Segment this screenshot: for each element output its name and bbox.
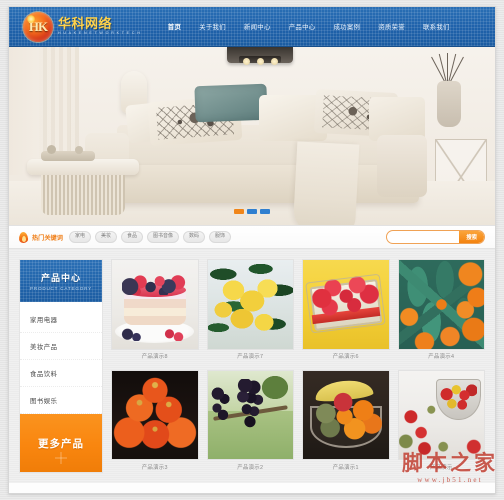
product-caption: 产品演示7	[237, 354, 264, 360]
banner-throw-blanket	[292, 141, 360, 225]
product-image	[397, 259, 485, 350]
keyword-tag[interactable]: 家电	[68, 231, 91, 243]
slider-dot-1[interactable]	[234, 209, 244, 214]
site-header: HK 华科网络 H U A K E N E T W O R K T E C H …	[9, 7, 495, 47]
product-card[interactable]: 产品演示2	[206, 369, 294, 474]
product-image	[397, 369, 485, 460]
nav-item-about[interactable]: 关于我们	[190, 7, 235, 46]
logo-badge-icon: HK	[23, 11, 53, 42]
banner-sofa-seat	[107, 165, 419, 203]
nav-item-news[interactable]: 新闻中心	[235, 7, 280, 46]
product-card[interactable]: 产品演示4	[397, 259, 485, 363]
banner-pendant-light	[227, 47, 293, 65]
banner-slider-dots[interactable]	[234, 209, 270, 214]
coffee-table-slats	[41, 175, 125, 215]
keyword-tag[interactable]: 图书音像	[146, 231, 179, 243]
sidebar-item-books-entertainment[interactable]: 图书娱乐	[20, 387, 102, 415]
hot-keywords-label: 热门关键词	[32, 234, 63, 242]
search-input[interactable]	[387, 231, 460, 243]
sidebar-header: 产品中心 PRODUCT CATEGORY	[20, 260, 102, 303]
photo-kumquats	[398, 260, 484, 349]
hero-banner[interactable]	[9, 47, 495, 225]
product-image	[302, 259, 390, 350]
logo-spark-icon	[27, 14, 35, 23]
product-image	[111, 259, 199, 350]
product-caption: 产品演示8	[141, 354, 168, 360]
banner-pillow-teal	[194, 83, 268, 123]
keyword-tag[interactable]: 数码	[183, 231, 206, 243]
site-frame: HK 华科网络 H U A K E N E T W O R K T E C H …	[8, 6, 496, 494]
product-caption: 产品演示4	[428, 354, 455, 360]
sidebar-item-food-beverage[interactable]: 食品饮料	[20, 360, 102, 388]
photo-raspberry-basket	[303, 260, 389, 349]
photo-orange-pile	[112, 370, 198, 459]
product-category-sidebar: 产品中心 PRODUCT CATEGORY 家用电器 美妆产品 食品饮料 图书娱…	[19, 259, 103, 473]
sidebar-item-beauty-products[interactable]: 美妆产品	[20, 333, 102, 361]
product-image	[111, 369, 199, 460]
nav-item-honors[interactable]: 资质荣誉	[369, 7, 414, 46]
sidebar-title-en: PRODUCT CATEGORY	[29, 286, 93, 292]
logo-title-en: H U A K E N E T W O R K T E C H	[58, 31, 141, 36]
banner-coffee-table	[27, 159, 139, 217]
search-button[interactable]: 搜索	[459, 231, 484, 243]
product-image	[206, 369, 294, 460]
banner-tray-decor	[41, 145, 95, 161]
keyword-tag[interactable]: 食品	[120, 231, 143, 243]
nav-item-home[interactable]: 首页	[159, 7, 190, 46]
pendant-bulb	[257, 58, 264, 65]
keyword-search-bar: 热门关键词 家电 美妆 食品 图书音像 数码 服饰 搜索	[9, 225, 495, 249]
product-card[interactable]: 产品演示	[397, 369, 485, 474]
product-card[interactable]: 产品演示8	[111, 259, 199, 363]
hero-banner-image	[9, 47, 495, 225]
product-caption: 产品演示3	[141, 464, 168, 471]
nav-item-contact[interactable]: 联系我们	[414, 7, 459, 46]
nav-item-cases[interactable]: 成功案例	[324, 7, 369, 46]
nav-item-products[interactable]: 产品中心	[280, 7, 325, 46]
product-grid: 产品演示8 产品演示7 产品演示6 产品演示4 产品演示3 产品演示2 产品演示…	[111, 259, 485, 473]
logo-text: 华科网络 H U A K E N E T W O R K T E C H	[58, 17, 141, 36]
photo-lemons-on-tree	[207, 260, 293, 349]
product-card[interactable]: 产品演示7	[206, 259, 294, 363]
product-caption: 产品演示2	[237, 464, 264, 471]
pendant-bulb	[271, 58, 278, 65]
sidebar-category-list: 家用电器 美妆产品 食品饮料 图书娱乐	[20, 302, 102, 415]
product-card[interactable]: 产品演示6	[302, 259, 390, 363]
product-image	[302, 369, 390, 460]
main-nav: 首页 关于我们 新闻中心 产品中心 成功案例 资质荣誉 联系我们	[159, 7, 495, 46]
product-caption: 产品演示6	[332, 354, 359, 360]
photo-berry-cake	[112, 260, 198, 349]
logo-title-cn: 华科网络	[58, 16, 113, 32]
main-content: 产品中心 PRODUCT CATEGORY 家用电器 美妆产品 食品饮料 图书娱…	[9, 249, 495, 483]
sidebar-title-cn: 产品中心	[40, 273, 81, 284]
product-card[interactable]: 产品演示1	[302, 369, 390, 474]
photo-grapes-vine	[207, 370, 293, 459]
slider-dot-3[interactable]	[260, 209, 270, 214]
keyword-tag[interactable]: 服饰	[209, 231, 232, 243]
photo-cherries-colander	[398, 370, 484, 459]
sidebar-item-home-appliances[interactable]: 家用电器	[20, 306, 102, 334]
slider-dot-2[interactable]	[247, 209, 257, 214]
keyword-tag[interactable]: 美妆	[94, 231, 117, 243]
site-logo[interactable]: HK 华科网络 H U A K E N E T W O R K T E C H	[23, 11, 141, 42]
flame-icon	[19, 231, 28, 243]
pendant-bulb	[243, 58, 250, 65]
banner-vase	[437, 81, 461, 127]
photo-fruit-bowl	[303, 370, 389, 459]
product-caption: 产品演示1	[332, 464, 359, 471]
product-caption: 产品演示	[429, 464, 453, 471]
product-card[interactable]: 产品演示3	[111, 369, 199, 474]
product-image	[206, 259, 294, 350]
search-box: 搜索	[386, 230, 485, 244]
coffee-table-top	[27, 159, 139, 175]
banner-sofa-arm-right	[377, 135, 427, 197]
hot-keyword-tags: 家电 美妆 食品 图书音像 数码 服饰	[68, 231, 232, 243]
more-products-button[interactable]: 更多产品	[20, 414, 102, 472]
screenshot-root: HK 华科网络 H U A K E N E T W O R K T E C H …	[0, 0, 504, 500]
